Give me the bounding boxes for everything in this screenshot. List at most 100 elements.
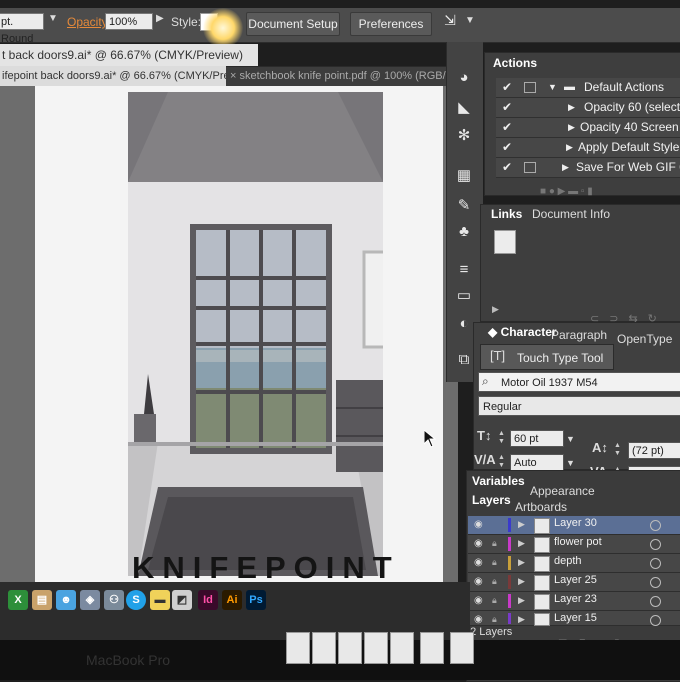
eye-icon[interactable]: ◉ — [474, 519, 483, 530]
eye-icon[interactable]: ◉ — [474, 576, 483, 587]
check-icon[interactable]: ✔ — [502, 160, 512, 174]
eye-icon[interactable]: ◉ — [474, 614, 483, 625]
font-family-field[interactable]: Motor Oil 1937 M54 — [478, 372, 680, 392]
font-size-field[interactable]: 60 pt — [510, 430, 564, 447]
target-icon[interactable] — [650, 596, 661, 607]
chevron-down-icon[interactable]: ▼ — [465, 15, 475, 26]
transparency-icon[interactable]: ▭ — [452, 286, 476, 306]
target-icon[interactable] — [650, 520, 661, 531]
poster-title[interactable]: KNIFEPOINT — [132, 550, 392, 586]
chevron-down-icon[interactable]: ▼ — [566, 458, 575, 468]
stepper-icon[interactable]: ▲▼ — [614, 442, 621, 458]
target-icon[interactable] — [650, 577, 661, 588]
actions-toolbar[interactable]: ■ ● ▶ ▬ ▫ ▮ — [540, 186, 680, 200]
stepper-icon[interactable]: ▲▼ — [498, 454, 505, 470]
skype-icon[interactable]: S — [126, 590, 146, 610]
dialog-toggle-icon[interactable] — [524, 82, 536, 93]
check-icon[interactable]: ✔ — [502, 100, 512, 114]
dialog-toggle-icon[interactable] — [524, 162, 536, 173]
chevron-right-icon[interactable]: ▶ — [492, 304, 499, 315]
action-row[interactable]: ✔ ▶ Opacity 40 Screen — [496, 118, 680, 138]
photoshop-icon[interactable]: Ps — [246, 590, 266, 610]
document-icon[interactable] — [390, 632, 414, 664]
arrange-documents-icon[interactable]: ⇲ — [440, 12, 460, 32]
stroke-profile-field[interactable]: pt. Round — [0, 13, 44, 45]
stickies-icon[interactable]: ▬ — [150, 590, 170, 610]
color-guide-icon[interactable]: ✻ — [452, 126, 476, 146]
eye-icon[interactable]: ◉ — [474, 538, 483, 549]
color-palette-icon[interactable]: ◕ — [452, 68, 476, 88]
play-icon[interactable]: ▶ — [558, 186, 568, 197]
chevron-right-icon[interactable]: ▶ — [518, 557, 525, 568]
tab-paragraph[interactable]: Paragraph — [551, 326, 607, 344]
document-icon[interactable] — [420, 632, 444, 664]
trash-icon[interactable]: ▮ — [587, 186, 593, 197]
document-icon[interactable] — [364, 632, 388, 664]
kerning-field[interactable]: Auto — [510, 454, 564, 471]
archive-icon[interactable]: ▤ — [32, 590, 52, 610]
font-style-field[interactable]: Regular — [478, 396, 680, 416]
preferences-button[interactable]: Preferences — [350, 12, 432, 36]
document-tab-inactive[interactable]: × sketchbook knife point.pdf @ 100% (RGB… — [230, 66, 456, 86]
action-row[interactable]: ✔ ▶ Opacity 60 (selectio — [496, 98, 680, 118]
network-icon[interactable]: ⚇ — [104, 590, 124, 610]
tab-document-info[interactable]: Document Info — [532, 204, 610, 224]
tab-actions[interactable]: Actions — [493, 52, 537, 74]
tab-artboards[interactable]: Artboards — [515, 500, 567, 514]
tab-appearance[interactable]: Appearance — [530, 484, 595, 498]
document-icon[interactable] — [450, 632, 474, 664]
document-icon[interactable] — [286, 632, 310, 664]
lock-icon[interactable]: 🔒︎ — [492, 595, 497, 606]
tab-opentype[interactable]: OpenType — [617, 330, 672, 348]
target-icon[interactable] — [650, 615, 661, 626]
people-icon[interactable]: ☻ — [56, 590, 76, 610]
document-tab-back[interactable]: t back doors9.ai* @ 66.67% (CMYK/Preview… — [0, 44, 258, 66]
layer-name[interactable]: Layer 15 — [554, 612, 597, 624]
gradient-icon[interactable]: ◣ — [452, 98, 476, 118]
action-set-row[interactable]: ✔ ▼ ▬ Default Actions — [496, 78, 680, 98]
chevron-right-icon[interactable]: ▶ — [518, 538, 525, 549]
chevron-right-icon[interactable]: ▶ — [518, 576, 525, 587]
search-icon[interactable]: ⌕ — [482, 374, 489, 389]
stroke-icon[interactable]: ≡ — [452, 260, 476, 280]
chevron-up-icon[interactable]: ◆ — [488, 325, 501, 339]
check-icon[interactable]: ✔ — [502, 80, 512, 94]
layer-row[interactable]: ◉ 🔒︎ ▶ flower pot — [468, 535, 680, 554]
lock-icon[interactable]: 🔒︎ — [492, 576, 497, 587]
link-thumbnail[interactable] — [494, 230, 516, 254]
check-icon[interactable]: ✔ — [502, 120, 512, 134]
swatches-icon[interactable]: ▦ — [452, 166, 476, 186]
preview-icon[interactable]: ◩ — [172, 590, 192, 610]
leading-field[interactable]: (72 pt) — [628, 442, 680, 459]
layer-row[interactable]: ◉ ▶ Layer 30 — [468, 516, 680, 535]
illustrator-icon[interactable]: Ai — [222, 590, 242, 610]
layer-row[interactable]: ◉ 🔒︎ ▶ Layer 23 — [468, 592, 680, 611]
chevron-down-icon[interactable]: ▼ — [566, 434, 575, 444]
action-row[interactable]: ✔ ▶ Apply Default Style — [496, 138, 680, 158]
photo-icon[interactable]: ◈ — [80, 590, 100, 610]
chevron-down-icon[interactable]: ▼ — [48, 13, 58, 24]
document-icon[interactable] — [312, 632, 336, 664]
document-icon[interactable] — [338, 632, 362, 664]
tab-variables[interactable]: Variables — [472, 474, 525, 488]
poster-illustration[interactable] — [128, 92, 383, 576]
chevron-down-icon[interactable]: ▶ — [156, 13, 164, 24]
tab-layers[interactable]: Layers — [472, 493, 511, 507]
brushes-icon[interactable]: ✎ — [452, 196, 476, 216]
eye-icon[interactable]: ◉ — [474, 557, 483, 568]
target-icon[interactable] — [650, 539, 661, 550]
chevron-right-icon[interactable]: ▶ — [518, 614, 525, 625]
lock-icon[interactable]: 🔒︎ — [492, 557, 497, 568]
opacity-field[interactable]: 100% — [105, 13, 153, 30]
tab-character[interactable]: ◆ Character — [488, 323, 557, 341]
chevron-right-icon[interactable]: ▶ — [518, 519, 525, 530]
layer-name[interactable]: flower pot — [554, 536, 602, 548]
tab-links[interactable]: Links — [491, 204, 522, 224]
chevron-right-icon[interactable]: ▶ — [518, 595, 525, 606]
stepper-icon[interactable]: ▲▼ — [498, 430, 505, 446]
layer-row[interactable]: ◉ 🔒︎ ▶ Layer 15 — [468, 611, 680, 626]
record-icon[interactable]: ● — [549, 186, 558, 197]
excel-icon[interactable]: X — [8, 590, 28, 610]
action-row[interactable]: ✔ ▶ Save For Web GIF 64 — [496, 158, 680, 178]
lock-icon[interactable]: 🔒︎ — [492, 614, 497, 625]
